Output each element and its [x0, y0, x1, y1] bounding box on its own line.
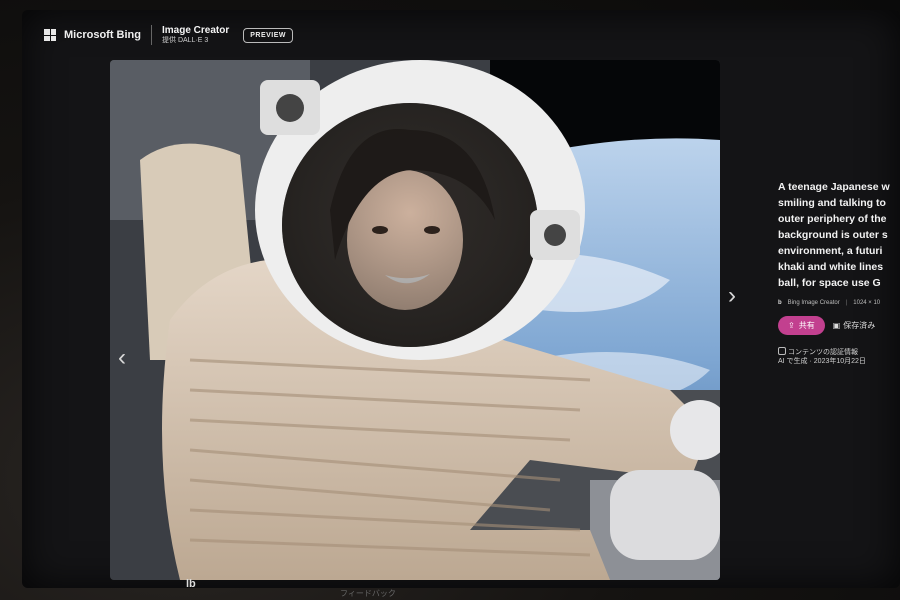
meta-separator: | [845, 299, 848, 306]
save-icon: ▣ [832, 320, 841, 330]
prompt-line: A teenage Japanese w [778, 181, 890, 193]
share-label: 共有 [798, 320, 815, 330]
action-buttons: ⇪ 共有 ▣ 保存済み [778, 315, 900, 335]
app-subtitle: 提供 DALL·E 3 [162, 36, 209, 44]
feedback-link[interactable]: フィードバック [340, 588, 396, 599]
saved-button[interactable]: ▣ 保存済み [833, 320, 876, 331]
prompt-line: background is outer s [778, 228, 888, 241]
prompt-text: A teenage Japanese w smiling and talking… [778, 180, 900, 292]
chevron-left-icon: ‹ [118, 344, 126, 371]
prompt-line: environment, a futuri [778, 244, 883, 257]
generated-date: AI で生成 · 2023年10月22日 [778, 358, 866, 366]
save-label: 保存済み [843, 320, 876, 330]
credentials-icon [778, 346, 786, 355]
next-image-button[interactable]: › [728, 284, 736, 308]
prompt-line: smiling and talking to [778, 196, 886, 209]
prompt-line: ball, for space use G [778, 276, 881, 289]
source-label: Bing Image Creator [787, 299, 840, 306]
generated-image[interactable] [110, 60, 720, 580]
prompt-line: outer periphery of the [778, 212, 887, 225]
brand-name[interactable]: Microsoft Bing [64, 29, 141, 41]
prompt-line: khaki and white lines [778, 260, 884, 273]
app-title: Image Creator [162, 25, 230, 37]
monitor-screen: Microsoft Bing Image Creator 提供 DALL·E 3… [22, 10, 900, 588]
chevron-right-icon: › [728, 282, 736, 309]
content-credentials-label: コンテンツの認証情報 [788, 348, 858, 356]
content-credentials[interactable]: コンテンツの認証情報 AI で生成 · 2023年10月22日 [778, 346, 900, 368]
image-info-panel: A teenage Japanese w smiling and talking… [778, 180, 900, 367]
header-divider [151, 25, 152, 45]
share-icon: ⇪ [788, 320, 795, 330]
microsoft-logo-icon[interactable] [44, 29, 56, 41]
image-meta: b Bing Image Creator | 1024 × 10 [778, 300, 900, 306]
app-title-block[interactable]: Image Creator 提供 DALL·E 3 [162, 26, 229, 44]
share-button[interactable]: ⇪ 共有 [778, 315, 825, 335]
app-header: Microsoft Bing Image Creator 提供 DALL·E 3… [44, 22, 294, 48]
preview-badge: PREVIEW [243, 27, 294, 43]
resolution-label: 1024 × 10 [853, 299, 881, 306]
astronaut-image-illustration [110, 60, 720, 580]
bing-icon: b [778, 299, 782, 306]
previous-image-button[interactable]: ‹ [118, 346, 126, 370]
corner-glyph: lb [186, 578, 196, 590]
